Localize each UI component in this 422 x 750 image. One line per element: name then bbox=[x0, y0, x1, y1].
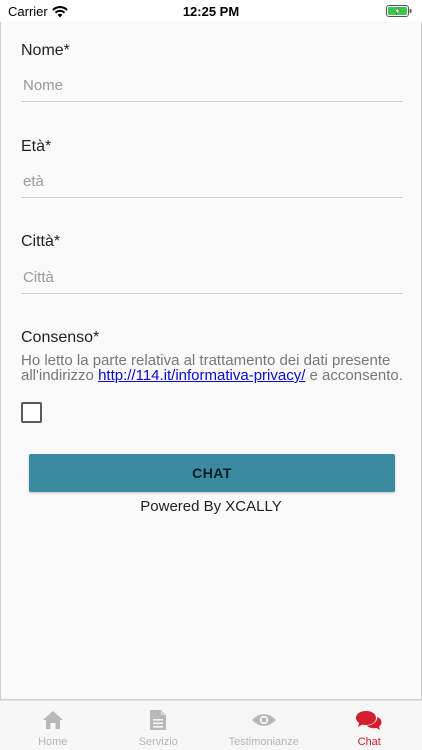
nome-input[interactable] bbox=[21, 70, 403, 102]
tab-home[interactable]: Home bbox=[0, 701, 106, 750]
tab-chat[interactable]: Chat bbox=[317, 701, 422, 750]
citta-input[interactable] bbox=[21, 262, 403, 294]
citta-field: Città* bbox=[21, 233, 403, 294]
powered-by-label: Powered By XCALLY bbox=[140, 498, 282, 515]
document-icon bbox=[145, 708, 171, 732]
eta-label: Età* bbox=[21, 138, 52, 155]
consenso-label: Consenso* bbox=[21, 329, 100, 346]
tab-home-label: Home bbox=[38, 736, 68, 748]
tab-testimonianze[interactable]: Testimonianze bbox=[211, 701, 317, 750]
eta-field: Età* bbox=[21, 138, 403, 198]
chat-form-panel: Nome* Età* Città* Consenso* Ho letto la … bbox=[0, 22, 422, 700]
privacy-policy-link[interactable]: http://114.it/informativa-privacy/ bbox=[98, 367, 305, 384]
tab-chat-label: Chat bbox=[357, 736, 381, 748]
status-bar: Carrier 12:25 PM bbox=[0, 0, 422, 22]
consenso-field: Consenso* Ho letto la parte relativa al … bbox=[21, 329, 403, 383]
consent-checkbox[interactable] bbox=[21, 402, 42, 423]
battery-charging-icon bbox=[386, 5, 412, 17]
chat-submit-button[interactable]: CHAT bbox=[29, 454, 395, 492]
citta-label: Città* bbox=[21, 233, 61, 250]
nome-label: Nome* bbox=[21, 42, 70, 59]
eye-icon bbox=[251, 708, 277, 732]
tab-testimonianze-label: Testimonianze bbox=[228, 736, 299, 748]
nome-field: Nome* bbox=[21, 42, 403, 102]
clock: 12:25 PM bbox=[182, 4, 240, 19]
consent-text-after: e acconsento. bbox=[305, 367, 403, 384]
eta-input[interactable] bbox=[21, 166, 403, 198]
chat-bubbles-icon bbox=[356, 708, 382, 732]
tab-servizio-label: Servizio bbox=[138, 736, 178, 748]
consent-text: Ho letto la parte relativa al trattament… bbox=[21, 353, 403, 383]
tab-servizio[interactable]: Servizio bbox=[106, 701, 212, 750]
bottom-tab-bar: Home Servizio Testimonianze Chat bbox=[0, 700, 422, 750]
home-icon bbox=[40, 708, 66, 732]
